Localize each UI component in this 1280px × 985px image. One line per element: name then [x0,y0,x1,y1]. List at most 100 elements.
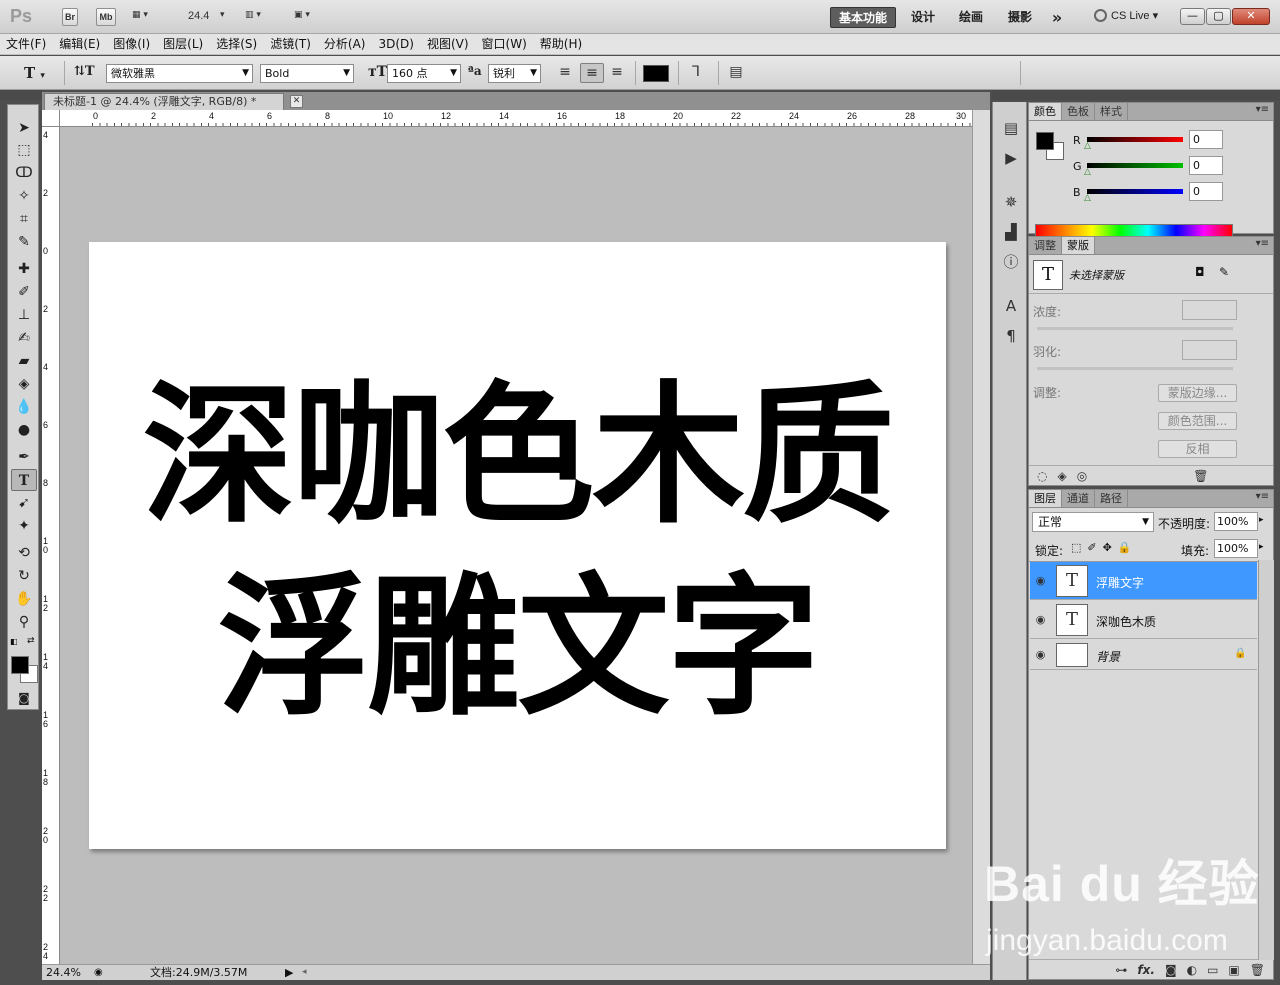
b-channel-slider[interactable] [1087,189,1183,194]
link-layers-icon[interactable]: ⊶ [1115,963,1127,977]
pixel-mask-icon[interactable]: ◘ [1195,265,1205,279]
vertical-ruler[interactable]: 4 2 0 2 4 6 8 10 12 14 16 18 20 22 24 [42,127,60,965]
crop-tool-icon[interactable]: ⌗ [11,208,37,230]
r-channel-slider[interactable] [1087,137,1183,142]
zoom-tool-icon[interactable]: ⚲ [11,611,37,633]
quick-mask-icon[interactable]: ◙ [11,687,37,709]
fill-arrow-icon[interactable]: ▸ [1259,542,1264,552]
ruler-origin[interactable] [42,110,60,127]
cs-live-button[interactable]: CS Live ▾ [1094,9,1158,22]
panel-dock-strip[interactable] [1028,90,1280,100]
warp-text-icon[interactable]: Ꞁ [684,63,708,83]
tab-paths[interactable]: 路径 [1095,490,1128,507]
new-group-icon[interactable]: ▭ [1207,963,1218,977]
adjustment-layer-icon[interactable]: ◐ [1187,963,1197,977]
workspace-essentials[interactable]: 基本功能 [830,7,896,28]
workspace-design[interactable]: 设计 [906,7,940,28]
clone-stamp-tool-icon[interactable]: ⊥ [11,304,37,326]
tab-color[interactable]: 颜色 [1029,103,1062,120]
tab-adjustments[interactable]: 调整 [1029,237,1062,254]
lock-pixels-icon[interactable]: ✐ [1087,541,1102,554]
pen-tool-icon[interactable]: ✒ [11,446,37,468]
align-left-icon[interactable]: ≡ [553,63,577,83]
opacity-arrow-icon[interactable]: ▸ [1259,515,1264,525]
view-extras-dropdown[interactable]: ▦ ▾ [132,10,148,20]
g-channel-value[interactable]: 0 [1189,156,1223,175]
menu-window[interactable]: 窗口(W) [476,34,534,55]
vector-mask-icon[interactable]: ✎ [1219,265,1229,279]
healing-brush-tool-icon[interactable]: ✚ [11,258,37,280]
feather-slider[interactable] [1037,367,1233,370]
status-menu-arrow-icon[interactable]: ▶ [285,965,293,980]
histogram-panel-icon[interactable]: ▟ [1001,222,1021,242]
b-channel-value[interactable]: 0 [1189,182,1223,201]
type-tool-icon[interactable]: T [11,469,37,491]
layer-row[interactable]: ◉ 背景 🔒 [1030,640,1257,670]
align-center-icon[interactable]: ≡ [580,63,604,83]
layer-name[interactable]: 浮雕文字 [1096,574,1144,591]
3d-orbit-tool-icon[interactable]: ↻ [11,565,37,587]
opacity-field[interactable]: 100% [1214,512,1258,531]
tab-swatches[interactable]: 色板 [1062,103,1095,120]
3d-rotate-tool-icon[interactable]: ⟲ [11,542,37,564]
lasso-tool-icon[interactable]: ↀ [11,162,37,184]
restore-button[interactable]: ▢ [1206,8,1231,25]
hand-tool-icon[interactable]: ✋ [11,588,37,610]
document-canvas[interactable]: 深咖色木质 浮雕文字 [89,242,946,849]
horizontal-ruler[interactable]: 0 2 4 6 8 10 12 14 16 18 20 22 24 26 28 … [60,110,972,127]
move-tool-icon[interactable]: ➤ [11,117,37,139]
character-panel-icon[interactable]: A [1001,296,1021,316]
default-colors-icon[interactable]: ◧ [10,637,18,646]
menu-layer[interactable]: 图层(L) [157,34,210,55]
bridge-button[interactable]: Br [62,8,78,26]
tab-channels[interactable]: 通道 [1062,490,1095,507]
b-slider-thumb-icon[interactable]: △ [1084,193,1091,203]
status-info-icon[interactable]: ◉ [94,965,103,980]
antialias-select[interactable]: 锐利 ▼ [488,64,541,83]
g-slider-thumb-icon[interactable]: △ [1084,167,1091,177]
zoom-arrow-icon[interactable]: ▾ [220,10,225,20]
font-family-select[interactable]: 微软雅黑 ▼ [106,64,253,83]
document-tab[interactable]: 未标题-1 @ 24.4% (浮雕文字, RGB/8) * ✕ [44,93,303,110]
fx-icon[interactable]: fx. [1137,963,1155,977]
layer-name[interactable]: 背景 [1096,648,1120,665]
workspace-painting[interactable]: 绘画 [954,7,988,28]
vertical-scrollbar[interactable] [972,110,990,965]
feather-field[interactable] [1182,340,1237,360]
blend-mode-select[interactable]: 正常 ▼ [1032,512,1154,532]
tab-styles[interactable]: 样式 [1095,103,1128,120]
eyedropper-tool-icon[interactable]: ✎ [11,231,37,253]
fill-field[interactable]: 100% [1214,539,1258,558]
foreground-color-swatch[interactable] [1036,132,1054,150]
paint-bucket-tool-icon[interactable]: ◈ [11,373,37,395]
font-style-select[interactable]: Bold ▼ [260,64,354,83]
mask-edge-button[interactable]: 蒙版边缘... [1158,384,1237,402]
color-range-button[interactable]: 颜色范围... [1158,412,1237,430]
paragraph-panel-icon[interactable]: ¶ [1001,326,1021,346]
menu-analysis[interactable]: 分析(A) [318,34,373,55]
menu-help[interactable]: 帮助(H) [534,34,589,55]
icon-dock-strip[interactable] [992,90,1028,100]
mini-bridge-button[interactable]: Mb [96,8,116,26]
font-size-field[interactable]: 160 点 ▼ [387,64,461,83]
info-panel-icon[interactable]: ⓘ [1001,252,1021,272]
density-field[interactable] [1182,300,1237,320]
close-tab-icon[interactable]: ✕ [290,95,303,108]
menu-image[interactable]: 图像(I) [107,34,157,55]
menu-edit[interactable]: 编辑(E) [53,34,107,55]
visibility-eye-icon[interactable]: ◉ [1034,613,1047,626]
g-channel-slider[interactable] [1087,163,1183,168]
visibility-eye-icon[interactable]: ◉ [1034,648,1047,661]
history-brush-tool-icon[interactable]: ✍ [11,327,37,349]
disable-mask-icon[interactable]: ◎ [1077,469,1087,483]
panel-menu-icon[interactable]: ▾≡ [1256,238,1269,249]
r-channel-value[interactable]: 0 [1189,130,1223,149]
load-selection-icon[interactable]: ◌ [1037,469,1047,483]
tab-masks[interactable]: 蒙版 [1062,237,1095,254]
screen-mode-dropdown[interactable]: ▣ ▾ [294,10,310,20]
custom-shape-tool-icon[interactable]: ✦ [11,515,37,537]
menu-3d[interactable]: 3D(D) [372,34,420,55]
layer-name[interactable]: 深咖色木质 [1096,613,1156,630]
invert-button[interactable]: 反相 [1158,440,1237,458]
visibility-eye-icon[interactable]: ◉ [1034,574,1047,587]
